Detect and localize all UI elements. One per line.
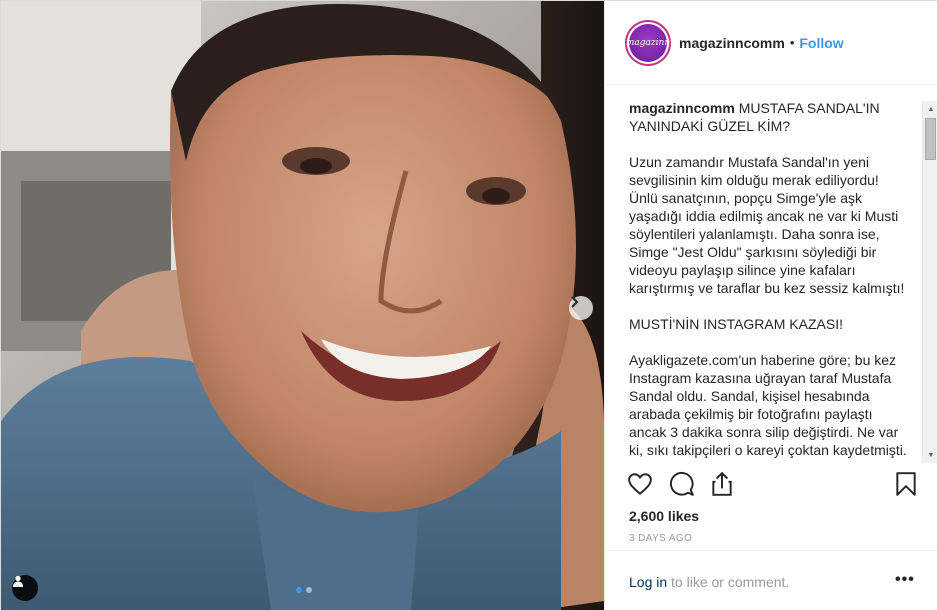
- avatar[interactable]: magazinn: [625, 19, 671, 66]
- carousel-dot: [296, 587, 302, 593]
- save-button[interactable]: [893, 471, 921, 499]
- more-options-button[interactable]: •••: [895, 571, 915, 589]
- comment-footer: Log in to like or comment. •••: [605, 550, 937, 610]
- caption-paragraph: Ayakligazete.com'un haberine göre; bu ke…: [629, 352, 907, 458]
- follow-button[interactable]: Follow: [799, 35, 843, 51]
- caption-scrollbar[interactable]: ▲ ▼: [922, 101, 937, 463]
- like-button[interactable]: [627, 471, 655, 499]
- caption-area: magazinncomm MUSTAFA SANDAL'IN YANINDAKİ…: [629, 99, 911, 463]
- carousel-next-button[interactable]: [569, 296, 593, 320]
- avatar-logo: magazinn: [626, 23, 670, 62]
- post-timestamp[interactable]: 3 DAYS AGO: [629, 533, 692, 544]
- heart-icon: [628, 473, 652, 496]
- caption-username[interactable]: magazinncomm: [629, 100, 735, 116]
- login-prompt-text: to like or comment.: [667, 574, 790, 590]
- post-photo[interactable]: [1, 1, 604, 610]
- like-count[interactable]: 2,600 likes: [629, 508, 699, 524]
- caption-paragraph: MUSTİ'NİN INSTAGRAM KAZASI!: [629, 316, 843, 332]
- login-link[interactable]: Log in: [629, 574, 667, 590]
- user-tag-icon: [13, 575, 23, 587]
- comment-icon: [669, 471, 694, 496]
- chevron-right-icon: [571, 296, 579, 308]
- action-bar: [627, 471, 917, 503]
- carousel-dot: [306, 587, 312, 593]
- header-username[interactable]: magazinncomm: [679, 35, 785, 51]
- scroll-down-arrow-icon[interactable]: ▼: [923, 447, 937, 463]
- caption-header: magazinncomm MUSTAFA SANDAL'IN YANINDAKİ…: [629, 99, 911, 135]
- post-modal: magazinn magazinncomm • Follow magazinnc…: [0, 0, 937, 610]
- caption-paragraph: Uzun zamandır Mustafa Sandal'ın yeni sev…: [629, 154, 905, 296]
- share-button[interactable]: [709, 471, 737, 499]
- carousel-indicator: [296, 587, 312, 593]
- share-icon: [712, 471, 732, 496]
- bookmark-icon: [896, 472, 916, 496]
- photo-illustration: [1, 1, 604, 610]
- post-header: magazinn magazinncomm • Follow: [605, 1, 937, 85]
- login-prompt: Log in to like or comment.: [629, 574, 789, 590]
- scroll-up-arrow-icon[interactable]: ▲: [923, 101, 937, 117]
- tagged-users-button[interactable]: [12, 575, 38, 601]
- comment-button[interactable]: [669, 471, 697, 499]
- post-sidebar: magazinn magazinncomm • Follow magazinnc…: [604, 1, 937, 610]
- scrollbar-thumb[interactable]: [925, 118, 936, 160]
- separator-dot: •: [789, 35, 795, 50]
